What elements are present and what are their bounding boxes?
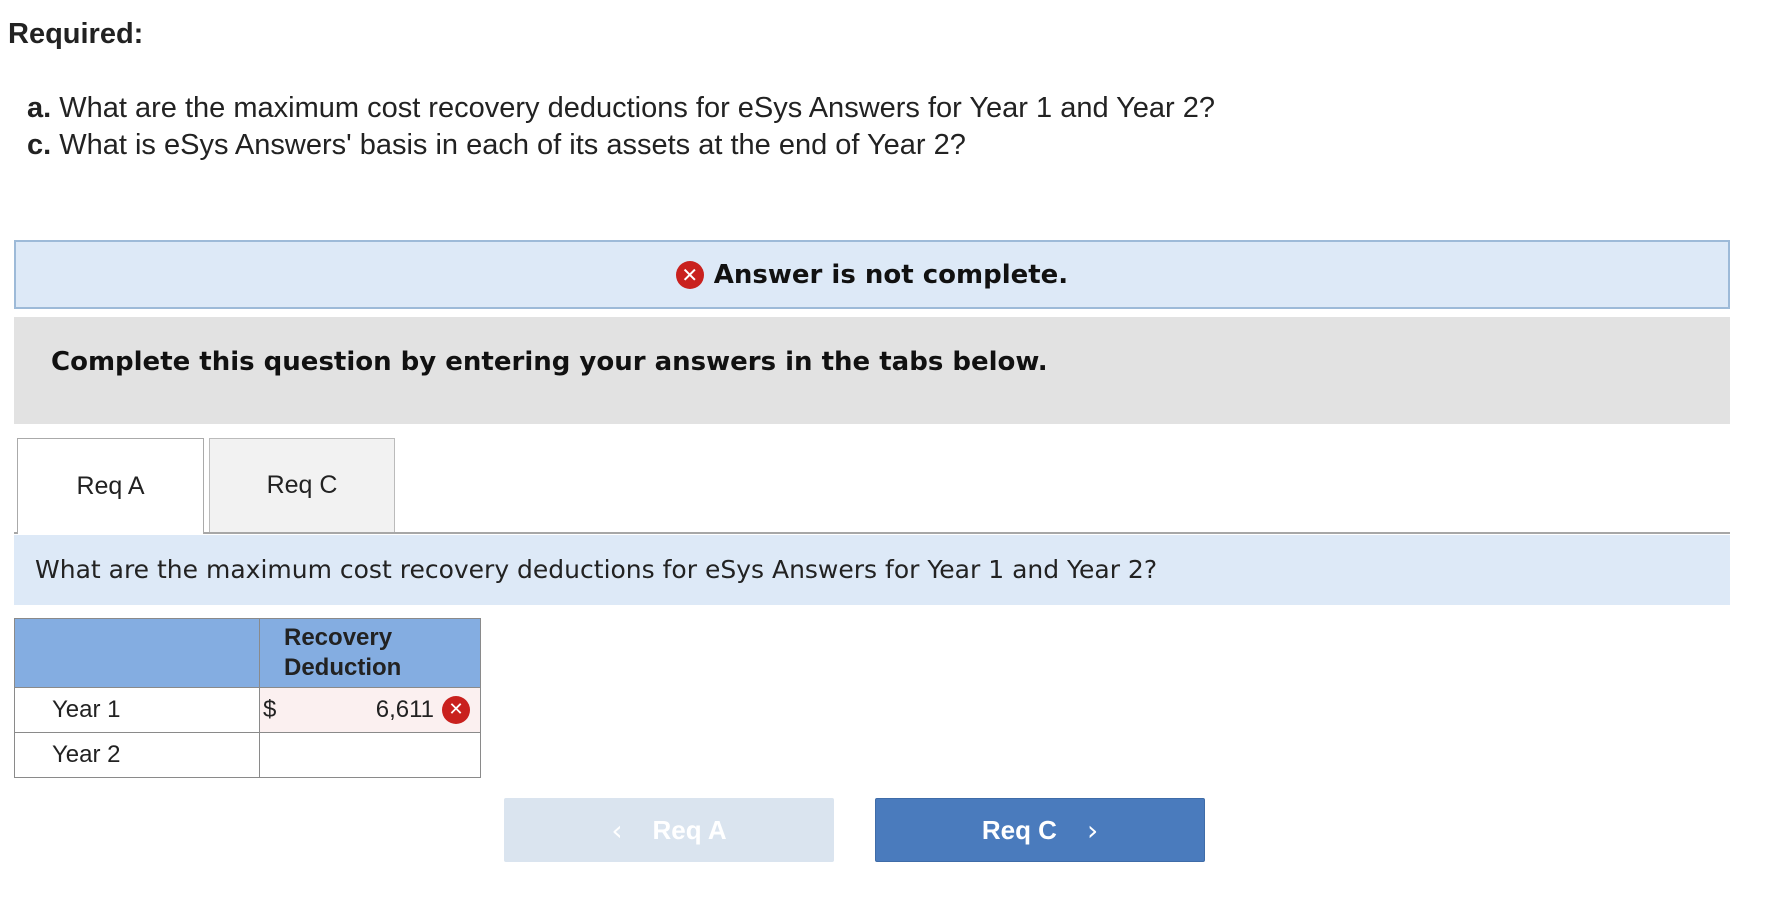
table-header-recovery-deduction: Recovery Deduction bbox=[259, 618, 481, 688]
question-bar: What are the maximum cost recovery deduc… bbox=[14, 535, 1730, 605]
table-row: Year 2 bbox=[14, 732, 481, 778]
next-req-c-button[interactable]: Req C › bbox=[875, 798, 1205, 862]
answer-status-text: Answer is not complete. bbox=[713, 259, 1069, 290]
row-label-year-1: Year 1 bbox=[14, 687, 260, 733]
chevron-right-icon: › bbox=[1086, 813, 1099, 847]
requirement-a-tag: a. bbox=[27, 92, 52, 124]
currency-symbol: $ bbox=[263, 696, 277, 723]
table-row: Year 1 $ 6,611 ✕ bbox=[14, 687, 481, 733]
next-button-label: Req C bbox=[981, 814, 1057, 845]
incorrect-x-icon: ✕ bbox=[442, 696, 470, 724]
instruction-panel: Complete this question by entering your … bbox=[14, 317, 1730, 424]
requirement-c-tag: c. bbox=[27, 129, 52, 161]
tab-divider bbox=[14, 532, 1730, 534]
question-text: What are the maximum cost recovery deduc… bbox=[35, 555, 1158, 584]
prev-req-a-button[interactable]: ‹ Req A bbox=[504, 798, 834, 862]
tab-req-a[interactable]: Req A bbox=[17, 438, 204, 534]
year-1-deduction-value: 6,611 bbox=[375, 696, 434, 723]
chevron-left-icon: ‹ bbox=[611, 813, 623, 847]
row-label-year-2: Year 2 bbox=[14, 732, 260, 778]
year-2-deduction-input[interactable] bbox=[259, 732, 481, 778]
requirement-c: c. What is eSys Answers' basis in each o… bbox=[27, 129, 966, 162]
required-heading: Required: bbox=[8, 18, 144, 50]
instruction-text: Complete this question by entering your … bbox=[51, 347, 1048, 377]
table-header-row: Recovery Deduction bbox=[14, 618, 481, 688]
year-1-deduction-input[interactable]: $ 6,611 ✕ bbox=[259, 687, 481, 733]
requirement-c-text: What is eSys Answers' basis in each of i… bbox=[59, 129, 966, 161]
requirement-a-text: What are the maximum cost recovery deduc… bbox=[59, 92, 1216, 124]
tab-req-c[interactable]: Req C bbox=[209, 438, 395, 533]
deduction-table: Recovery Deduction Year 1 $ 6,611 ✕ Year… bbox=[14, 618, 481, 778]
x-circle-icon: ✕ bbox=[675, 260, 704, 289]
prev-button-label: Req A bbox=[652, 814, 727, 845]
answer-status-banner: ✕ Answer is not complete. bbox=[14, 240, 1730, 309]
recovery-deduction-header: Recovery Deduction bbox=[284, 624, 402, 681]
table-header-empty bbox=[14, 618, 260, 688]
requirement-a: a. What are the maximum cost recovery de… bbox=[27, 92, 1215, 125]
